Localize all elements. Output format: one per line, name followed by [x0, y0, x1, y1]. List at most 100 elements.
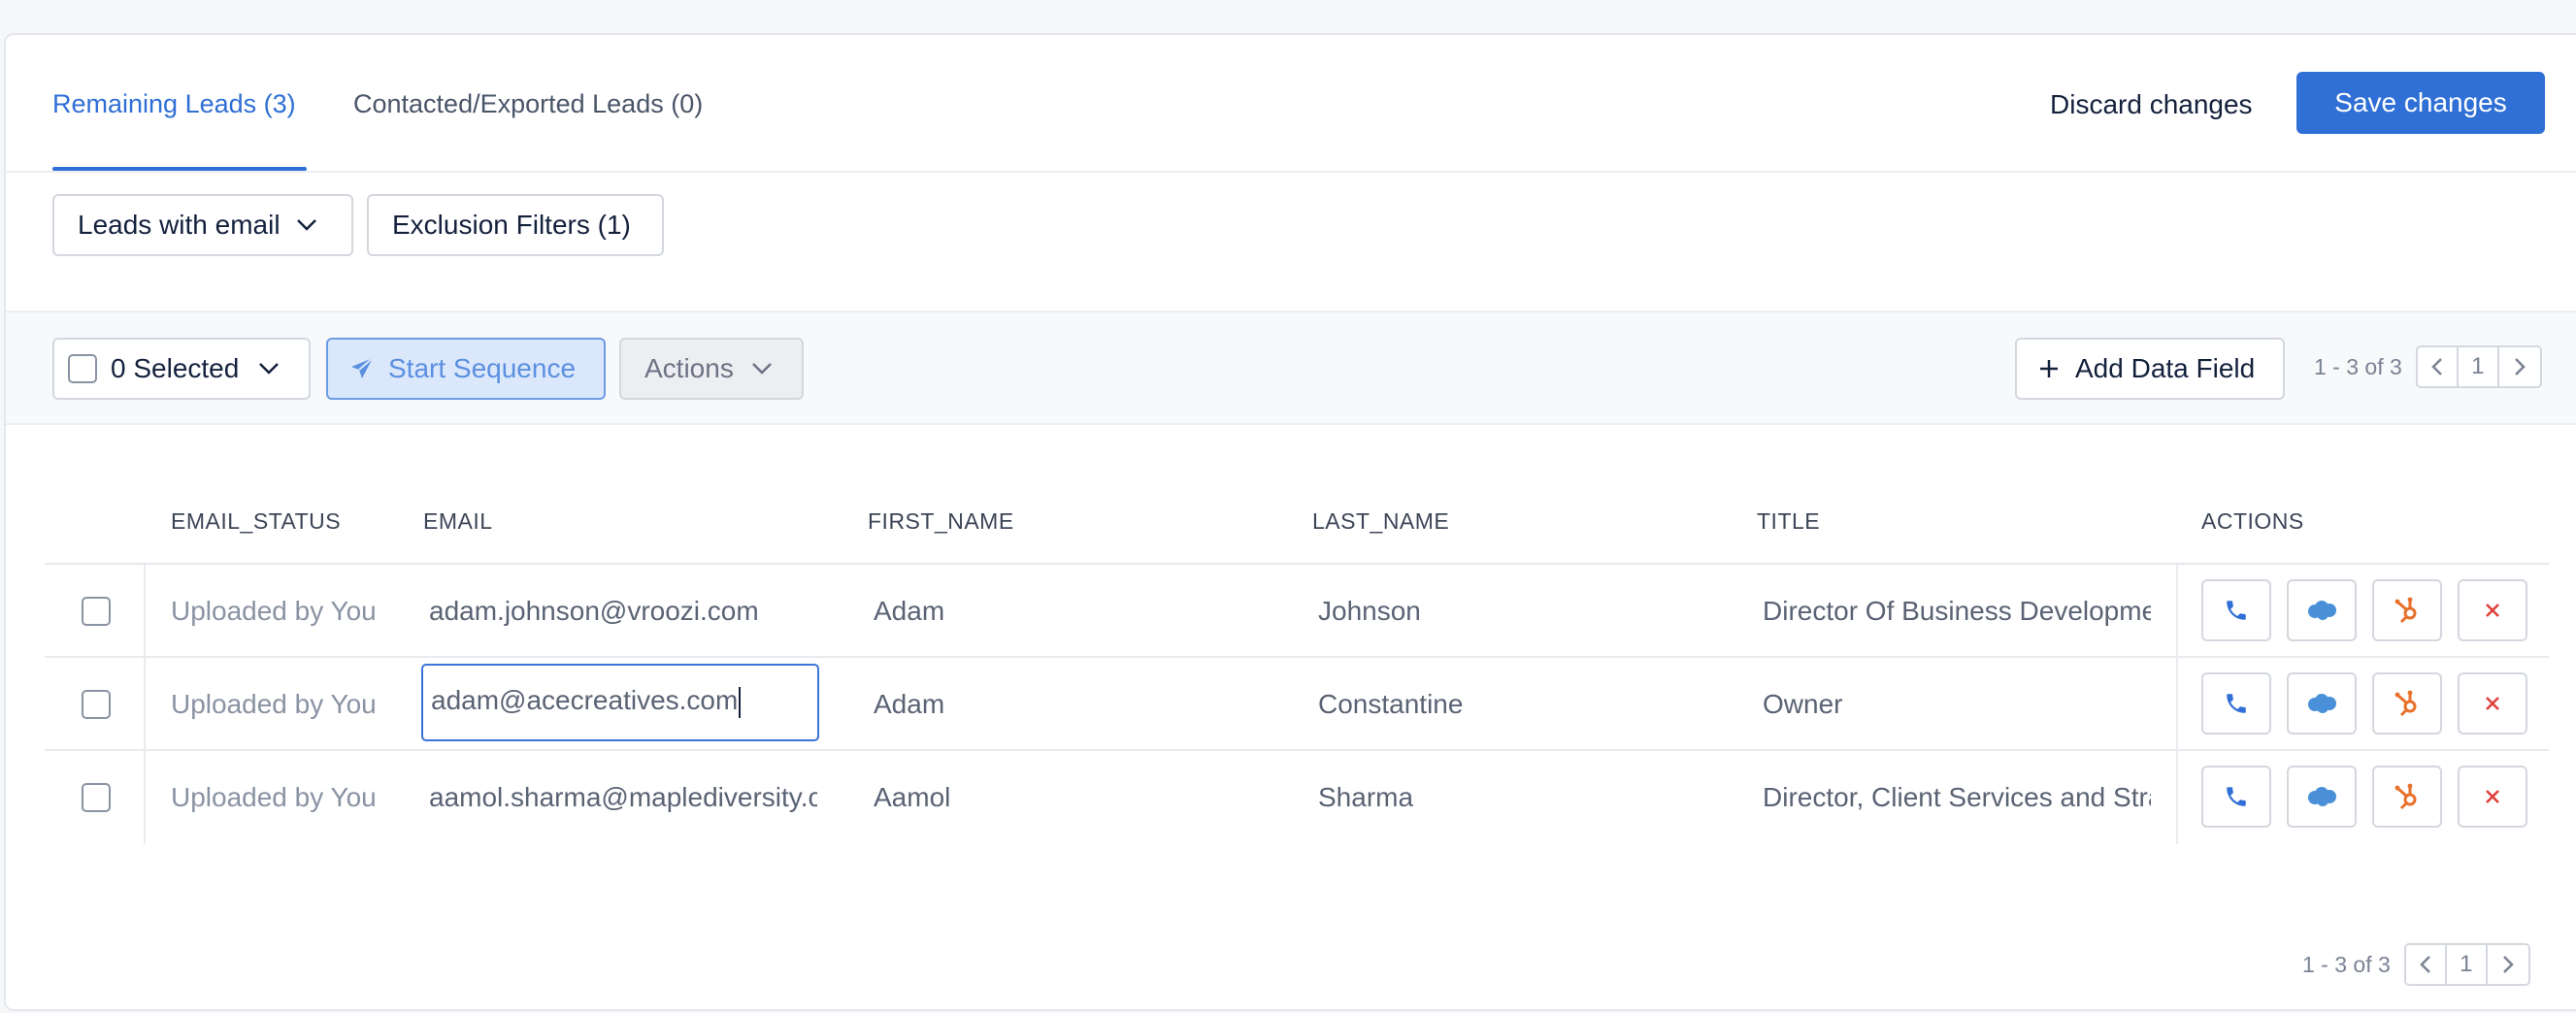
last-name-cell[interactable]: Constantine [1318, 689, 1726, 720]
column-header-email: EMAIL [423, 508, 493, 534]
email-status-cell: Uploaded by You [171, 596, 377, 626]
title-cell[interactable]: Director Of Business Developme [1763, 596, 2151, 627]
row-checkbox[interactable] [82, 597, 111, 626]
phone-icon [2227, 694, 2246, 713]
start-sequence-label: Start Sequence [388, 353, 577, 383]
tab-contacted-exported-leads[interactable]: Contacted/Exported Leads (0) [353, 89, 703, 119]
prev-page-button[interactable] [2417, 347, 2459, 386]
prev-page-button[interactable] [2405, 945, 2447, 984]
table-row: Uploaded by You aamol.sharma@mapledivers… [45, 751, 2549, 844]
leads-with-email-dropdown[interactable]: Leads with email [52, 194, 353, 256]
tab-remaining-leads[interactable]: Remaining Leads (3) [52, 89, 296, 119]
table-header: EMAIL_STATUS EMAIL FIRST_NAME LAST_NAME … [45, 425, 2549, 565]
row-checkbox[interactable] [82, 690, 111, 719]
salesforce-button[interactable] [2287, 672, 2357, 735]
column-divider [144, 751, 146, 844]
column-header-last-name: LAST_NAME [1312, 508, 1450, 534]
phone-icon [2227, 787, 2246, 806]
actions-label: Actions [644, 353, 734, 383]
page-number[interactable]: 1 [2446, 945, 2488, 984]
close-icon [2486, 697, 2499, 710]
pagination-range: 1 - 3 of 3 [2302, 951, 2391, 977]
chevron-down-icon [259, 363, 280, 375]
leads-panel: Remaining Leads (3) Contacted/Exported L… [4, 33, 2576, 1011]
chevron-left-icon [2420, 956, 2430, 973]
plus-icon [2040, 360, 2058, 377]
pagination-controls: 1 [2403, 943, 2530, 986]
chevron-down-icon [296, 219, 316, 231]
start-sequence-button[interactable]: Start Sequence [326, 338, 606, 400]
active-tab-indicator [52, 167, 307, 171]
select-all-checkbox[interactable] [68, 354, 97, 383]
email-cell[interactable]: aamol.sharma@maplediversity.c [429, 782, 817, 813]
salesforce-button[interactable] [2287, 579, 2357, 641]
pagination-top: 1 - 3 of 3 1 [2314, 345, 2542, 388]
column-header-first-name: FIRST_NAME [868, 508, 1014, 534]
exclusion-filters-button[interactable]: Exclusion Filters (1) [367, 194, 664, 256]
remove-lead-button[interactable] [2458, 766, 2527, 828]
title-cell[interactable]: Owner [1763, 689, 2151, 720]
chevron-right-icon [2502, 956, 2514, 973]
column-divider [2176, 658, 2178, 749]
close-icon [2486, 604, 2499, 617]
call-button[interactable] [2201, 579, 2271, 641]
chevron-right-icon [2514, 358, 2526, 376]
hubspot-button[interactable] [2372, 579, 2442, 641]
column-header-email-status: EMAIL_STATUS [171, 508, 342, 534]
leads-table: EMAIL_STATUS EMAIL FIRST_NAME LAST_NAME … [45, 425, 2549, 844]
exclusion-filter-label: Exclusion Filters (1) [392, 210, 631, 240]
table-row: Uploaded by You adam.johnson@vroozi.com … [45, 565, 2549, 658]
column-header-title: TITLE [1757, 508, 1821, 534]
filter-bar: Leads with email Exclusion Filters (1) [6, 173, 2576, 312]
chevron-left-icon [2431, 358, 2442, 376]
column-divider [144, 565, 146, 656]
next-page-button[interactable] [2487, 945, 2528, 984]
phone-icon [2227, 601, 2246, 620]
leads-filter-label: Leads with email [78, 210, 281, 240]
add-data-field-button[interactable]: Add Data Field [2015, 338, 2285, 400]
email-status-cell: Uploaded by You [171, 689, 377, 719]
hubspot-icon [2394, 597, 2417, 624]
hubspot-button[interactable] [2372, 672, 2442, 735]
pagination-bottom: 1 - 3 of 3 1 [2302, 943, 2530, 986]
close-icon [2486, 790, 2499, 803]
hubspot-icon [2394, 783, 2417, 810]
salesforce-cloud-icon [2308, 694, 2336, 713]
remove-lead-button[interactable] [2458, 579, 2527, 641]
row-checkbox[interactable] [82, 783, 111, 812]
call-button[interactable] [2201, 766, 2271, 828]
discard-changes-button[interactable]: Discard changes [2050, 89, 2253, 120]
email-edit-value: adam@acecreatives.com [431, 685, 739, 715]
remove-lead-button[interactable] [2458, 672, 2527, 735]
last-name-cell[interactable]: Johnson [1318, 596, 1726, 627]
save-changes-button[interactable]: Save changes [2296, 72, 2545, 134]
column-divider [2176, 751, 2178, 844]
table-row: Uploaded by You adam@acecreatives.com Ad… [45, 658, 2549, 751]
pagination-controls: 1 [2415, 345, 2542, 388]
actions-dropdown[interactable]: Actions [619, 338, 804, 400]
column-divider [144, 658, 146, 749]
tabs-header: Remaining Leads (3) Contacted/Exported L… [6, 35, 2576, 173]
email-status-cell: Uploaded by You [171, 782, 377, 812]
add-data-field-label: Add Data Field [2075, 353, 2256, 383]
first-name-cell[interactable]: Aamol [874, 782, 1281, 813]
first-name-cell[interactable]: Adam [874, 689, 1281, 720]
column-divider [2176, 565, 2178, 656]
title-cell[interactable]: Director, Client Services and Stra [1763, 782, 2151, 813]
salesforce-button[interactable] [2287, 766, 2357, 828]
email-edit-input[interactable]: adam@acecreatives.com [421, 664, 819, 741]
next-page-button[interactable] [2498, 347, 2540, 386]
selected-count-label: 0 Selected [111, 353, 240, 383]
page-number[interactable]: 1 [2458, 347, 2499, 386]
email-cell[interactable]: adam.johnson@vroozi.com [429, 596, 817, 627]
hubspot-button[interactable] [2372, 766, 2442, 828]
salesforce-cloud-icon [2308, 601, 2336, 620]
column-header-actions: ACTIONS [2201, 508, 2304, 534]
last-name-cell[interactable]: Sharma [1318, 782, 1726, 813]
call-button[interactable] [2201, 672, 2271, 735]
chevron-down-icon [751, 363, 772, 375]
table-toolbar: 0 Selected Start Sequence Actions Add Da… [6, 312, 2576, 425]
first-name-cell[interactable]: Adam [874, 596, 1281, 627]
hubspot-icon [2394, 690, 2417, 717]
select-dropdown[interactable]: 0 Selected [52, 338, 311, 400]
